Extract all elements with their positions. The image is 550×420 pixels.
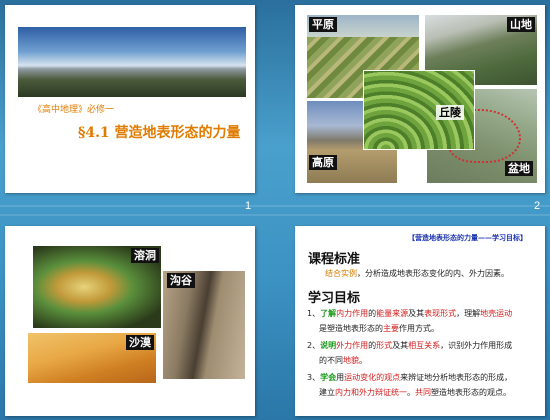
label-qiuling: 丘陵 <box>436 105 464 120</box>
label-shamo: 沙漠 <box>126 335 154 350</box>
desert-photo: 沙漠 <box>28 333 156 383</box>
label-rongdong: 溶洞 <box>131 248 159 263</box>
learning-goal-3-cont: 建立内力和外力辩证统一。共同塑造地表形态的观点。 <box>319 388 511 397</box>
slide-number-1: 1 <box>245 200 252 212</box>
label-shandi: 山地 <box>507 17 535 32</box>
learning-goal-2-cont: 的不同地貌。 <box>319 356 367 365</box>
label-gougu: 沟谷 <box>167 273 195 288</box>
course-standard-heading: 课程标准 <box>308 252 361 267</box>
slide-thumbnail-1[interactable]: 《高中地理》必修一 §4.1 营造地表形态的力量 <box>5 5 255 193</box>
hills-photo: 丘陵 <box>363 70 475 150</box>
learning-goal-1-cont: 是塑造地表形态的主要作用方式。 <box>319 324 439 333</box>
learning-goal-2: 2、说明外力作用的形式及其相互关系，识别外力作用形成 <box>307 341 513 350</box>
karst-cave-photo: 溶洞 <box>33 246 161 328</box>
slide-thumbnail-4[interactable]: 【营造地表形态的力量——学习目标】 课程标准 结合实例，分析造成地表形态变化的内… <box>295 226 545 416</box>
slide-header: 【营造地表形态的力量——学习目标】 <box>408 234 527 242</box>
label-pendi: 盆地 <box>505 161 533 176</box>
slide-thumbnail-3[interactable]: 溶洞 沟谷 沙漠 <box>5 226 255 416</box>
slide-number-2: 2 <box>534 200 541 212</box>
landscape-banner-image <box>18 27 246 97</box>
learning-goal-3: 3、学会用运动变化的观点来辨证地分析地表形态的形成， <box>307 373 513 382</box>
label-pingyuan: 平原 <box>309 17 337 32</box>
label-gaoyuan: 高原 <box>309 155 337 170</box>
course-subtitle: 《高中地理》必修一 <box>33 105 115 115</box>
gully-photo: 沟谷 <box>163 271 245 379</box>
learning-goal-1: 1、了解内力作用的能量来源及其表现形式，理解地壳运动 <box>307 309 513 318</box>
slide-title: §4.1 营造地表形态的力量 <box>78 125 241 141</box>
learning-goals-heading: 学习目标 <box>308 291 361 306</box>
slide-thumbnail-2[interactable]: 平原 山地 高原 盆地 丘陵 <box>295 5 545 193</box>
course-standard-text: 结合实例，分析造成地表形态变化的内、外力因素。 <box>325 269 509 278</box>
